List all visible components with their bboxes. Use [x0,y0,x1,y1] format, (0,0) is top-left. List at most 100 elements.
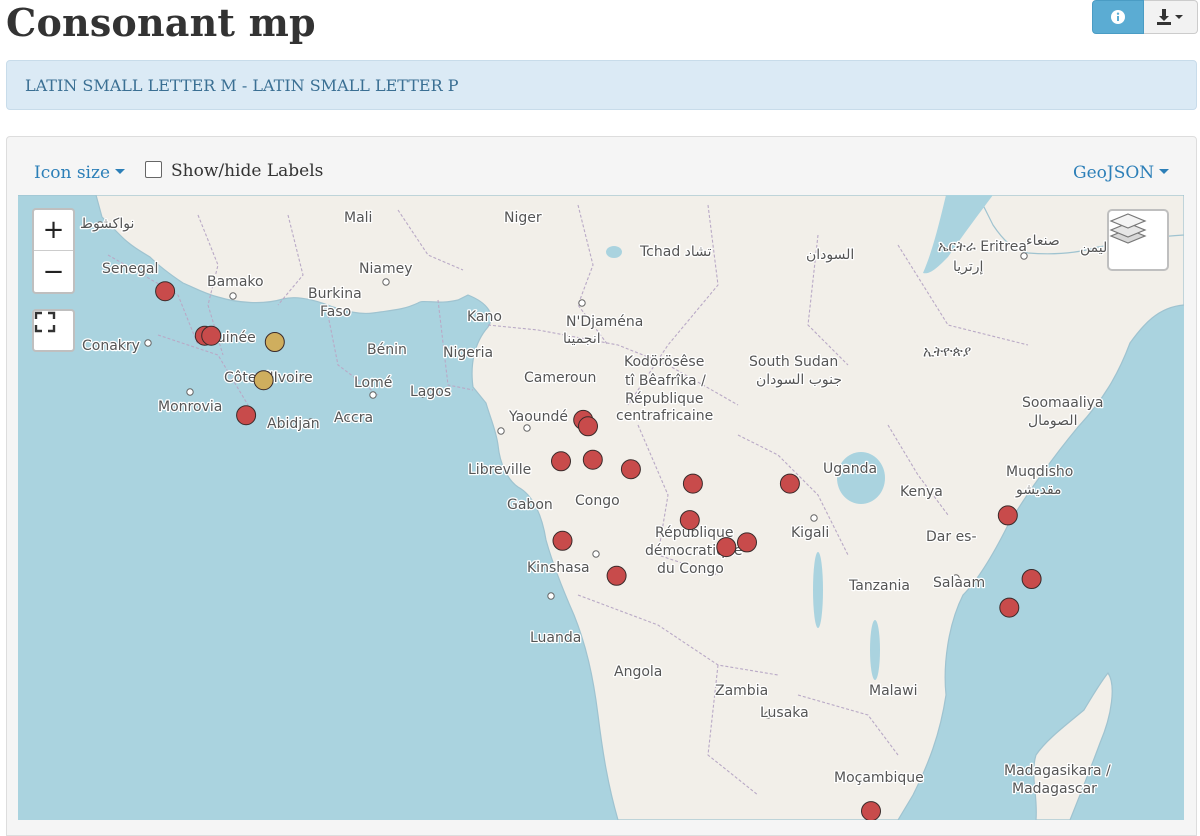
map-place-label: Moçambique [834,770,924,786]
map-place-label: Libreville [468,462,531,478]
geojson-dropdown[interactable]: GeoJSON [1073,163,1170,183]
map-place-label: Kodörösêse [624,354,704,370]
map-place-label: Soomaaliya [1022,395,1103,411]
map-place-label: Niamey [359,261,412,277]
city-dot [497,427,505,435]
map-place-label: South Sudan [749,354,838,370]
map-place-label: Cameroun [524,370,596,386]
map-view[interactable]: نواكشوط Mali Niger Tchad تشاد السودان ኤርትራ Er… [18,195,1184,820]
map-marker[interactable] [779,473,800,494]
map-marker[interactable] [679,510,700,531]
icon-size-dropdown[interactable]: Icon size [34,163,126,183]
map-place-label: Dar es- [926,529,977,545]
map-marker[interactable] [997,505,1018,526]
subtitle-text: LATIN SMALL LETTER M - LATIN SMALL LETTE… [25,75,459,95]
map-marker[interactable] [264,332,285,352]
lake-tanganyika [813,552,823,628]
subtitle-banner: LATIN SMALL LETTER M - LATIN SMALL LETTE… [6,60,1197,110]
map-place-label: Monrovia [158,399,222,415]
map-place-label: Kinshasa [527,560,590,576]
map-place-label: Bénin [367,342,407,358]
info-button[interactable] [1092,0,1144,34]
chevron-down-icon [115,169,126,174]
map-marker[interactable] [682,473,703,494]
map-marker[interactable] [1021,569,1042,589]
lake-chad [606,246,622,258]
lake-victoria [837,452,885,504]
zoom-in-button[interactable]: + [34,210,73,251]
map-marker[interactable] [861,801,881,820]
map-place-label: ኢትዮጵያ [923,344,971,360]
map-place-label: انجمينا [563,331,601,347]
map-place-label: Salaam [933,575,985,591]
map-marker[interactable] [737,532,757,553]
map-place-label: Kigali [791,525,829,541]
city-dot [382,278,390,286]
map-marker[interactable] [552,530,573,551]
labels-toggle[interactable]: Show/hide Labels [145,161,323,181]
map-place-label: Madagasikara / [1004,763,1111,779]
map-place-label: Tchad تشاد [639,244,712,260]
map-place-label: Malawi [869,683,917,699]
map-place-label: Bamako [207,274,264,290]
map-place-label: جنوب السودان [756,372,842,388]
city-dot [578,299,586,307]
map-place-label: Zambia [715,683,768,699]
map-place-label: مقديشو [1015,482,1062,498]
layers-button[interactable] [1107,209,1169,271]
map-marker[interactable] [155,281,176,302]
map-place-label: République [625,391,704,407]
map-place-label: Uganda [823,461,877,477]
map-place-label: Kenya [900,484,943,500]
map-place-label: نواكشوط [80,216,134,232]
map-place-label: Congo [575,493,620,509]
map-place-label: صنعاء [1026,233,1060,249]
icon-size-label: Icon size [34,163,111,183]
map-place-label: Nigeria [443,345,493,361]
map-place-label: Lomé [354,375,392,391]
download-icon [1156,9,1183,25]
map-canvas[interactable]: نواكشوط Mali Niger Tchad تشاد السودان ኤርትራ Er… [18,195,1184,820]
map-place-label: Accra [334,410,373,426]
city-dot [592,550,600,558]
zoom-out-button[interactable]: − [34,251,73,292]
map-marker[interactable] [582,449,603,470]
map-place-label: Faso [320,304,351,320]
map-marker[interactable] [253,370,274,391]
city-dot [369,391,377,399]
map-place-label: Lagos [410,384,451,400]
download-dropdown-button[interactable] [1144,0,1198,34]
map-place-label: Luanda [530,630,581,646]
map-place-label: Conakry [82,338,140,354]
map-place-label: Muqdisho [1006,464,1073,480]
page-title: Consonant mp [6,0,316,45]
city-dot [547,592,555,600]
map-place-label: Lusaka [760,705,809,721]
map-place-label: الصومال [1028,413,1077,429]
map-place-label: Senegal [102,261,158,277]
map-place-label: Madagascar [1012,781,1097,797]
map-marker[interactable] [606,565,627,586]
map-marker[interactable] [236,405,257,426]
map-marker[interactable] [620,459,641,480]
map-place-label: إرتريا [953,259,984,275]
header-button-group [1092,0,1198,34]
map-marker[interactable] [551,451,571,472]
city-dot [144,339,152,347]
fullscreen-icon [34,311,56,333]
map-place-label: N'Djaména [566,314,643,330]
map-place-label: tî Bêafrîka / [625,373,706,389]
map-marker[interactable] [999,597,1020,618]
fullscreen-button[interactable] [32,309,75,352]
map-place-label: Abidjan [267,416,320,432]
info-icon [1111,10,1125,24]
map-place-label: Mali [344,210,372,226]
map-marker[interactable] [716,537,737,558]
city-dot [523,424,531,432]
labels-checkbox[interactable] [145,161,162,178]
layers-icon [1109,213,1147,244]
map-marker[interactable] [201,325,222,346]
labels-toggle-label: Show/hide Labels [171,161,324,181]
city-dot [229,292,237,300]
map-marker[interactable] [578,416,598,437]
